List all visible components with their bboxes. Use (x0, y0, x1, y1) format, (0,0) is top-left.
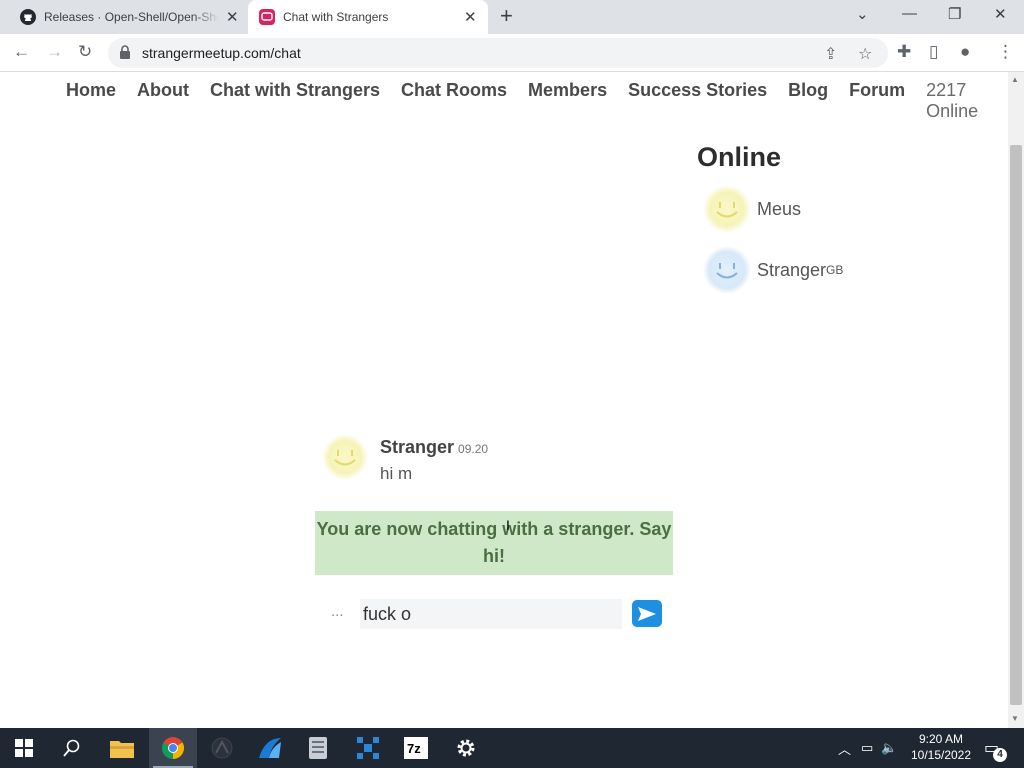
chat-bubble-icon (259, 9, 275, 25)
message-sender: Stranger 09.20 (380, 437, 488, 458)
notification-count-badge: 4 (993, 748, 1007, 762)
windows-taskbar: 7z ︿ ▭ 🔈 9:20 AM 10/15/2022 ▭ 4 (0, 728, 1024, 768)
send-arrow-icon (638, 606, 656, 621)
taskbar-app[interactable] (294, 728, 342, 768)
network-icon[interactable]: ▭ (861, 740, 873, 756)
menu-kebab-icon[interactable]: ⋮ (997, 42, 1014, 62)
taskbar-app[interactable] (198, 728, 246, 768)
chevron-up-icon[interactable]: ︿ (838, 739, 851, 758)
fin-icon (259, 738, 281, 758)
system-tray: ︿ ▭ 🔈 (838, 728, 898, 768)
scrollbar-thumb[interactable] (1010, 145, 1022, 705)
typing-indicator: ... (331, 603, 344, 620)
online-user-name: Stranger (757, 259, 827, 280)
browser-tab-bar: Releases · Open-Shell/Open-Shell ✕ Chat … (0, 0, 1024, 34)
minimize-icon[interactable]: — (902, 5, 917, 22)
sender-name: Stranger (380, 437, 455, 457)
new-tab-icon[interactable]: + (500, 5, 513, 27)
svg-text:7z: 7z (407, 741, 421, 756)
close-tab-icon[interactable]: ✕ (226, 8, 239, 26)
address-bar[interactable]: strangermeetup.com/chat ⇪ ☆ (108, 38, 888, 68)
online-panel-title: Online (697, 142, 782, 172)
nav-chat-with-strangers[interactable]: Chat with Strangers (210, 80, 380, 122)
taskbar-clock[interactable]: 9:20 AM 10/15/2022 (910, 731, 972, 763)
nav-success-stories[interactable]: Success Stories (628, 80, 767, 122)
folder-icon (110, 741, 134, 758)
online-count: 2217 Online (926, 80, 979, 121)
online-user-name: Meus (757, 198, 802, 219)
clock-time: 9:20 AM (918, 732, 964, 746)
nav-chat-rooms[interactable]: Chat Rooms (401, 80, 507, 122)
nav-about[interactable]: About (137, 80, 189, 122)
tab-search-icon[interactable]: ⌄ (856, 5, 869, 23)
tab-title: Releases · Open-Shell/Open-Shell (44, 10, 219, 24)
app-icon (211, 737, 233, 759)
taskbar-settings[interactable] (442, 728, 490, 768)
online-user[interactable]: Stranger GB (703, 246, 843, 294)
scroll-down-icon[interactable]: ▼ (1011, 714, 1019, 723)
volume-icon[interactable]: 🔈 (881, 740, 897, 756)
close-tab-icon[interactable]: ✕ (464, 8, 477, 26)
taskbar-file-explorer[interactable] (98, 728, 146, 768)
tab-title: Chat with Strangers (283, 10, 389, 24)
close-window-icon[interactable]: ✕ (994, 5, 1007, 23)
tab-releases[interactable]: Releases · Open-Shell/Open-Shell ✕ (8, 0, 248, 34)
tab-chat-with-strangers[interactable]: Chat with Strangers ✕ (248, 0, 488, 34)
scroll-up-icon[interactable]: ▲ (1011, 75, 1019, 84)
lock-icon (120, 45, 130, 59)
message-input[interactable] (360, 599, 622, 629)
7zip-icon: 7z (404, 737, 428, 759)
profile-icon[interactable]: ● (960, 42, 970, 62)
back-icon[interactable]: ← (13, 42, 30, 62)
windows-logo-icon (15, 739, 33, 757)
forward-icon[interactable]: → (46, 42, 63, 62)
bookmark-star-icon[interactable]: ☆ (858, 44, 872, 64)
taskbar-chrome[interactable] (149, 728, 197, 768)
url-text: strangermeetup.com/chat (142, 45, 301, 61)
send-button[interactable] (632, 600, 662, 627)
smiley-avatar-icon (703, 246, 751, 294)
smiley-avatar-icon (322, 434, 368, 480)
taskbar-app[interactable] (246, 728, 294, 768)
search-button[interactable] (48, 728, 96, 768)
share-icon[interactable]: ⇪ (824, 44, 837, 64)
network-app-icon (357, 737, 379, 759)
user-country-code: GB (826, 263, 844, 277)
nav-home[interactable]: Home (66, 80, 116, 122)
document-icon (309, 737, 327, 759)
chrome-icon (162, 737, 184, 759)
chat-status-notice: You are now chatting with a stranger. Sa… (315, 511, 673, 575)
extensions-icon[interactable]: ✚ (897, 42, 911, 62)
nav-blog[interactable]: Blog (788, 80, 828, 122)
restore-icon[interactable]: ❐ (948, 5, 961, 23)
taskbar-7zip[interactable]: 7z (392, 728, 440, 768)
browser-toolbar: ← → ↻ strangermeetup.com/chat ⇪ ☆ ✚ ▯ ● … (0, 34, 1024, 72)
message-text: hi m (380, 464, 413, 483)
message-time: 09.20 (458, 442, 489, 456)
gear-icon (457, 739, 475, 757)
github-icon (20, 9, 36, 25)
reload-icon[interactable]: ↻ (78, 42, 92, 62)
smiley-avatar-icon (703, 185, 751, 233)
nav-forum[interactable]: Forum (849, 80, 905, 122)
start-button[interactable] (0, 728, 48, 768)
side-panel-icon[interactable]: ▯ (929, 42, 938, 62)
clock-date: 10/15/2022 (910, 748, 972, 762)
page-content: Home About Chat with Strangers Chat Room… (0, 72, 1008, 728)
taskbar-app[interactable] (344, 728, 392, 768)
online-user[interactable]: Meus (703, 185, 801, 233)
nav-members[interactable]: Members (528, 80, 607, 122)
site-nav: Home About Chat with Strangers Chat Room… (66, 80, 1008, 122)
text-cursor-icon: I (506, 517, 510, 533)
search-icon (63, 739, 80, 757)
